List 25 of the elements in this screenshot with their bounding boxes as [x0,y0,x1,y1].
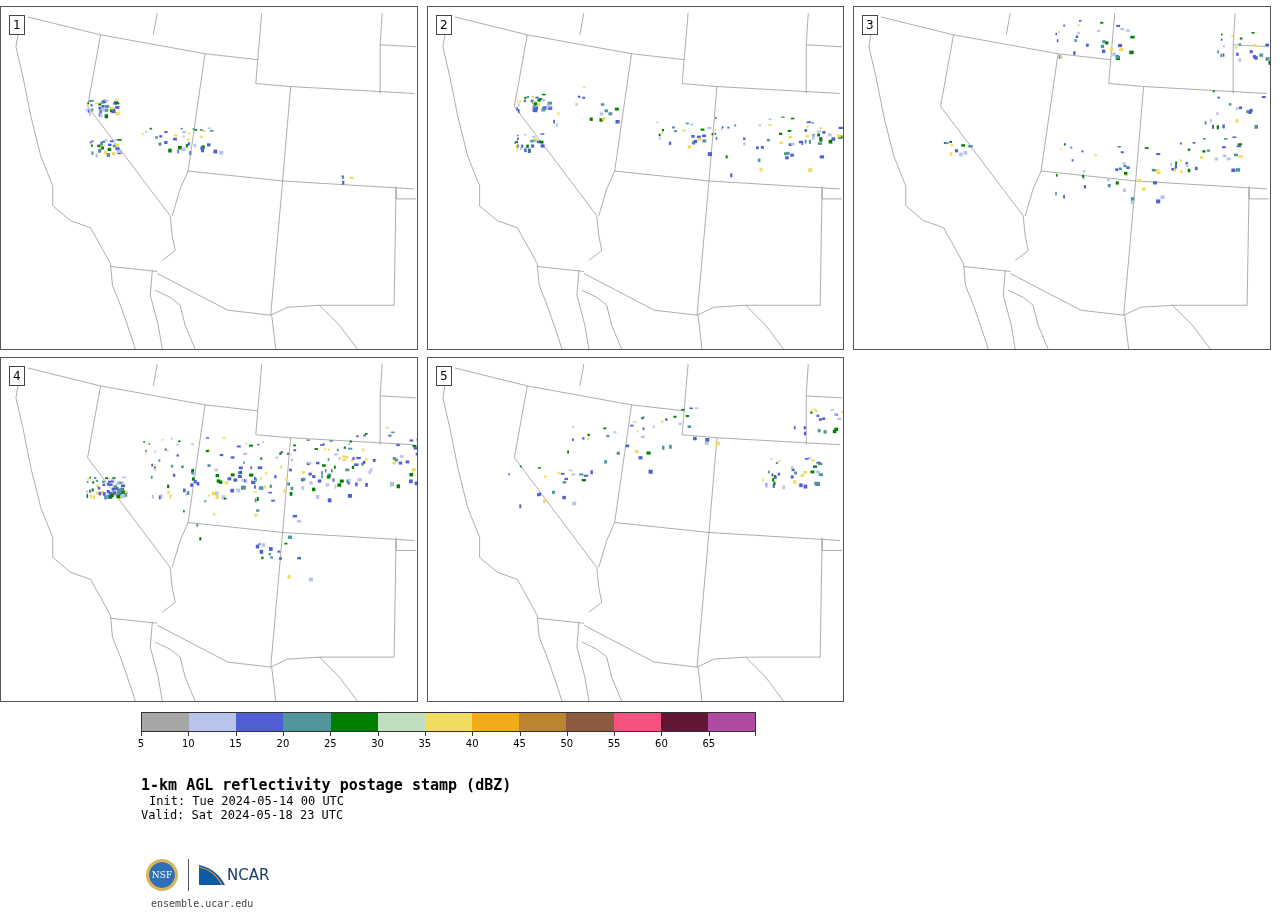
swoosh-icon [199,865,225,885]
tick-label: 65 [702,738,716,750]
tick-label: 55 [607,738,621,750]
panel-number: 4 [9,366,25,386]
panel-number: 5 [436,366,452,386]
seal-logo: NSF [146,859,178,891]
tick-label: 10 [181,738,195,750]
tick-label: 60 [655,738,668,750]
tick-label: 50 [560,738,574,750]
tick-label: 20 [276,738,290,750]
tick-label: 15 [229,738,242,750]
tick-label: 25 [323,738,337,750]
tick-label: 30 [371,738,384,750]
tick-label: 5 [137,738,145,750]
panel-number: 1 [9,15,25,35]
tick-label: 40 [465,738,479,750]
valid-time: Valid: Sat 2024-05-18 23 UTC [141,808,345,822]
tick-label: 45 [513,738,526,750]
ncar-wordmark: NCAR [227,866,270,884]
chart-title: 1-km AGL reflectivity postage stamp (dBZ) [141,776,513,794]
init-time: Init: Tue 2024-05-14 00 UTC [148,794,346,808]
panel-number: 2 [436,15,452,35]
tick-label: 35 [418,738,432,750]
panel-number: 3 [862,15,878,35]
site-url: ensemble.ucar.edu [151,898,255,909]
